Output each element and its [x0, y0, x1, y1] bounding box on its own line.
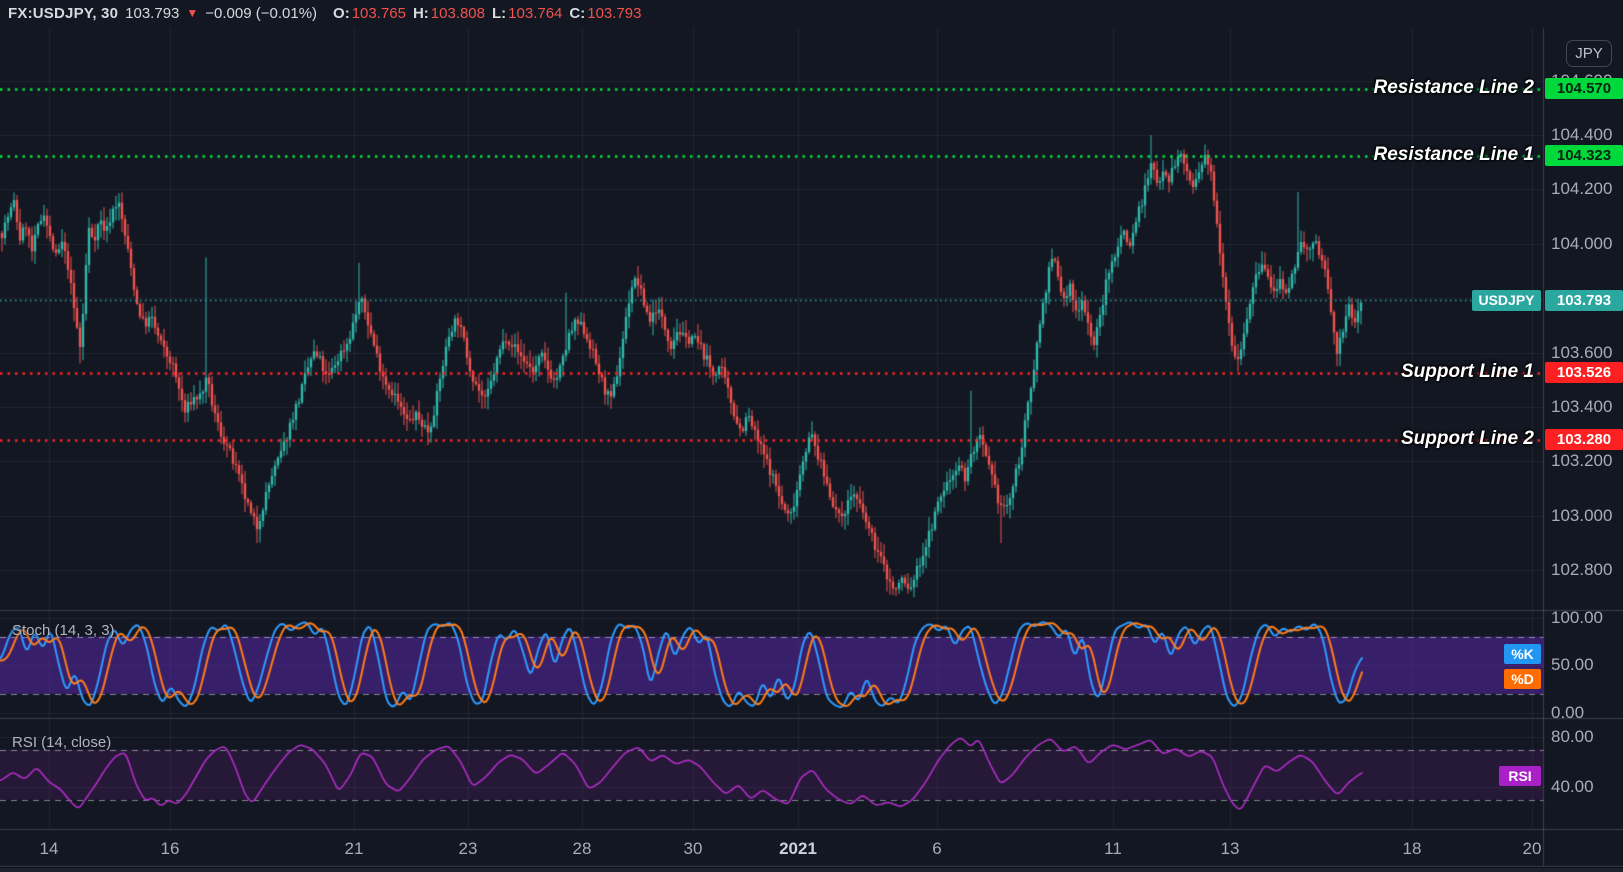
- symbol-title[interactable]: FX:USDJPY, 30: [8, 5, 118, 22]
- time-axis-label: 18: [1402, 839, 1422, 858]
- rsi-axis-label: 40.00: [1551, 777, 1594, 796]
- price-down-triangle-icon: ▼: [186, 5, 199, 20]
- time-axis-label: 13: [1220, 839, 1240, 858]
- price-axis-label: 103.000: [1551, 505, 1613, 525]
- stoch-axis-label: 0.00: [1551, 703, 1585, 722]
- low-value: L: 103.764: [492, 5, 563, 22]
- time-axis-label: 16: [160, 839, 180, 858]
- resistance-2-price-badge: 104.570: [1545, 78, 1623, 100]
- window-bottom-strip: [0, 867, 1623, 872]
- time-axis-label: 2021: [779, 839, 817, 858]
- open-value: O: 103.765: [333, 5, 406, 22]
- support-1-price-badge: 103.526: [1545, 362, 1623, 384]
- rsi-indicator-title[interactable]: RSI (14, close): [12, 734, 111, 751]
- resistance-1-price-badge: 104.323: [1545, 145, 1623, 167]
- support-2-price-badge: 103.280: [1545, 429, 1623, 451]
- chart-canvas[interactable]: [0, 0, 1623, 872]
- price-axis-label: 104.000: [1551, 233, 1613, 253]
- stoch-k-badge: %K: [1504, 644, 1541, 664]
- price-axis-label: 103.600: [1551, 342, 1613, 362]
- resistance-line-1-label[interactable]: Resistance Line 1: [1373, 144, 1534, 166]
- stoch-axis-label: 50.00: [1551, 655, 1594, 675]
- time-axis-label: 28: [572, 839, 592, 858]
- time-axis-label: 21: [344, 839, 364, 858]
- currency-axis-button[interactable]: JPY: [1566, 40, 1612, 67]
- rsi-badge: RSI: [1499, 766, 1541, 786]
- support-line-1-label[interactable]: Support Line 1: [1401, 361, 1534, 383]
- price-change: −0.009 (−0.01%): [205, 5, 318, 22]
- time-axis-label: 30: [683, 839, 703, 858]
- high-value: H: 103.808: [412, 5, 485, 22]
- stoch-indicator-title[interactable]: Stoch (14, 3, 3): [12, 622, 115, 639]
- time-axis-label: 20: [1522, 839, 1542, 858]
- trading-chart-window: FX:USDJPY, 30 103.793 ▼ −0.009 (−0.01%) …: [0, 0, 1623, 872]
- last-price-badge: 103.793: [1545, 289, 1623, 311]
- price-axis-label: 103.200: [1551, 451, 1613, 471]
- time-axis-label: 11: [1104, 839, 1122, 858]
- close-value: C: 103.793: [569, 5, 642, 22]
- chart-legend[interactable]: FX:USDJPY, 30 103.793 ▼ −0.009 (−0.01%) …: [8, 5, 641, 22]
- stoch-d-badge: %D: [1504, 669, 1541, 689]
- time-axis-label: 6: [932, 839, 942, 858]
- resistance-line-2-label[interactable]: Resistance Line 2: [1373, 77, 1534, 99]
- time-axis-label: 14: [39, 839, 59, 858]
- symbol-price-tag: USDJPY: [1472, 289, 1541, 311]
- time-axis-label: 23: [458, 839, 478, 858]
- support-line-2-label[interactable]: Support Line 2: [1401, 428, 1534, 450]
- price-axis-label: 103.400: [1551, 397, 1613, 416]
- price-axis-label: 104.400: [1551, 125, 1613, 144]
- price-axis-label: 104.200: [1551, 179, 1613, 199]
- price-axis-label: 102.800: [1551, 560, 1613, 580]
- stoch-axis-label: 100.00: [1551, 607, 1603, 627]
- rsi-axis-label: 80.00: [1551, 727, 1594, 746]
- last-price-value: 103.793: [125, 5, 180, 22]
